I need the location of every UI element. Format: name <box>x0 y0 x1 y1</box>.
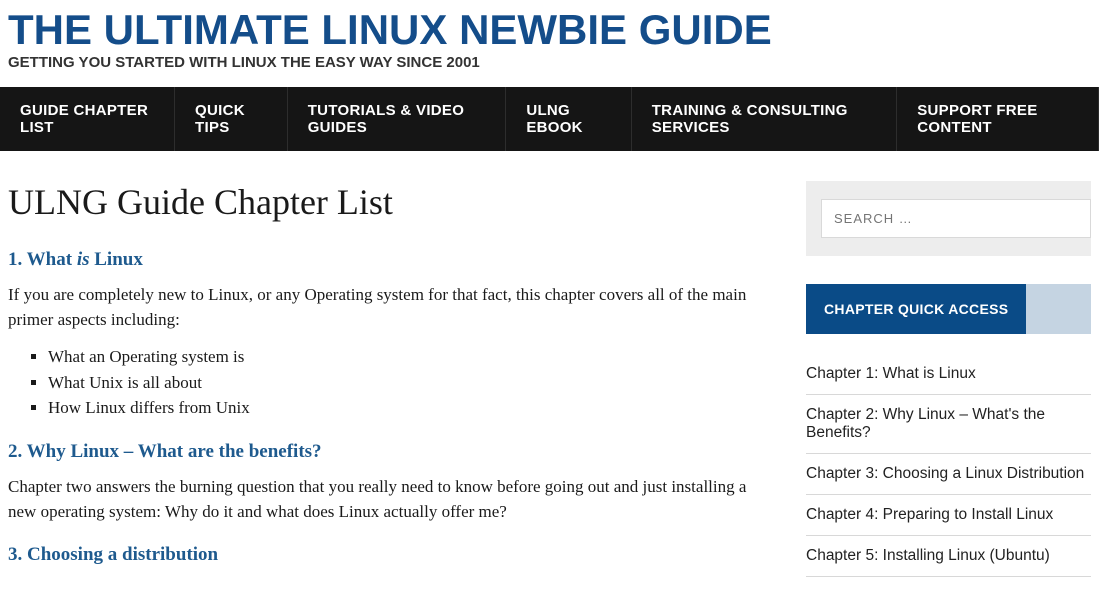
section-1-prefix: 1. What <box>8 249 77 270</box>
site-title[interactable]: THE ULTIMATE LINUX NEWBIE GUIDE <box>8 8 1091 52</box>
nav-tutorials[interactable]: TUTORIALS & VIDEO GUIDES <box>288 87 507 151</box>
main-nav: GUIDE CHAPTER LIST QUICK TIPS TUTORIALS … <box>0 87 1099 151</box>
chapter-link-5[interactable]: Chapter 5: Installing Linux (Ubuntu) <box>806 536 1091 577</box>
page-title: ULNG Guide Chapter List <box>8 181 766 223</box>
site-tagline: GETTING YOU STARTED WITH LINUX THE EASY … <box>8 54 1091 71</box>
sidebar: CHAPTER QUICK ACCESS Chapter 1: What is … <box>806 181 1091 578</box>
section-1-list: What an Operating system is What Unix is… <box>48 344 766 421</box>
widget-title: CHAPTER QUICK ACCESS <box>806 284 1026 334</box>
nav-training[interactable]: TRAINING & CONSULTING SERVICES <box>632 87 898 151</box>
section-2-paragraph: Chapter two answers the burning question… <box>8 475 766 524</box>
section-3-heading[interactable]: 3. Choosing a distribution <box>8 544 766 566</box>
list-item: What an Operating system is <box>48 344 766 370</box>
chapter-link-2[interactable]: Chapter 2: Why Linux – What's the Benefi… <box>806 395 1091 454</box>
search-input[interactable] <box>821 199 1091 238</box>
section-2-heading[interactable]: 2. Why Linux – What are the benefits? <box>8 441 766 463</box>
main-content: ULNG Guide Chapter List 1. What is Linux… <box>8 181 806 578</box>
site-header: THE ULTIMATE LINUX NEWBIE GUIDE GETTING … <box>0 0 1099 77</box>
nav-ebook[interactable]: ULNG EBOOK <box>506 87 631 151</box>
widget-header-row: CHAPTER QUICK ACCESS <box>806 284 1091 334</box>
chapter-link-3[interactable]: Chapter 3: Choosing a Linux Distribution <box>806 454 1091 495</box>
chapter-link-1[interactable]: Chapter 1: What is Linux <box>806 354 1091 395</box>
section-1-paragraph: If you are completely new to Linux, or a… <box>8 283 766 332</box>
nav-quick-tips[interactable]: QUICK TIPS <box>175 87 288 151</box>
section-1-heading[interactable]: 1. What is Linux <box>8 249 766 271</box>
chapter-quick-list: Chapter 1: What is Linux Chapter 2: Why … <box>806 354 1091 577</box>
section-1-suffix: Linux <box>90 249 143 270</box>
list-item: How Linux differs from Unix <box>48 395 766 421</box>
section-1-italic: is <box>77 249 90 270</box>
nav-guide-chapter-list[interactable]: GUIDE CHAPTER LIST <box>0 87 175 151</box>
nav-support[interactable]: SUPPORT FREE CONTENT <box>897 87 1099 151</box>
chapter-link-4[interactable]: Chapter 4: Preparing to Install Linux <box>806 495 1091 536</box>
list-item: What Unix is all about <box>48 370 766 396</box>
search-widget <box>806 181 1091 256</box>
